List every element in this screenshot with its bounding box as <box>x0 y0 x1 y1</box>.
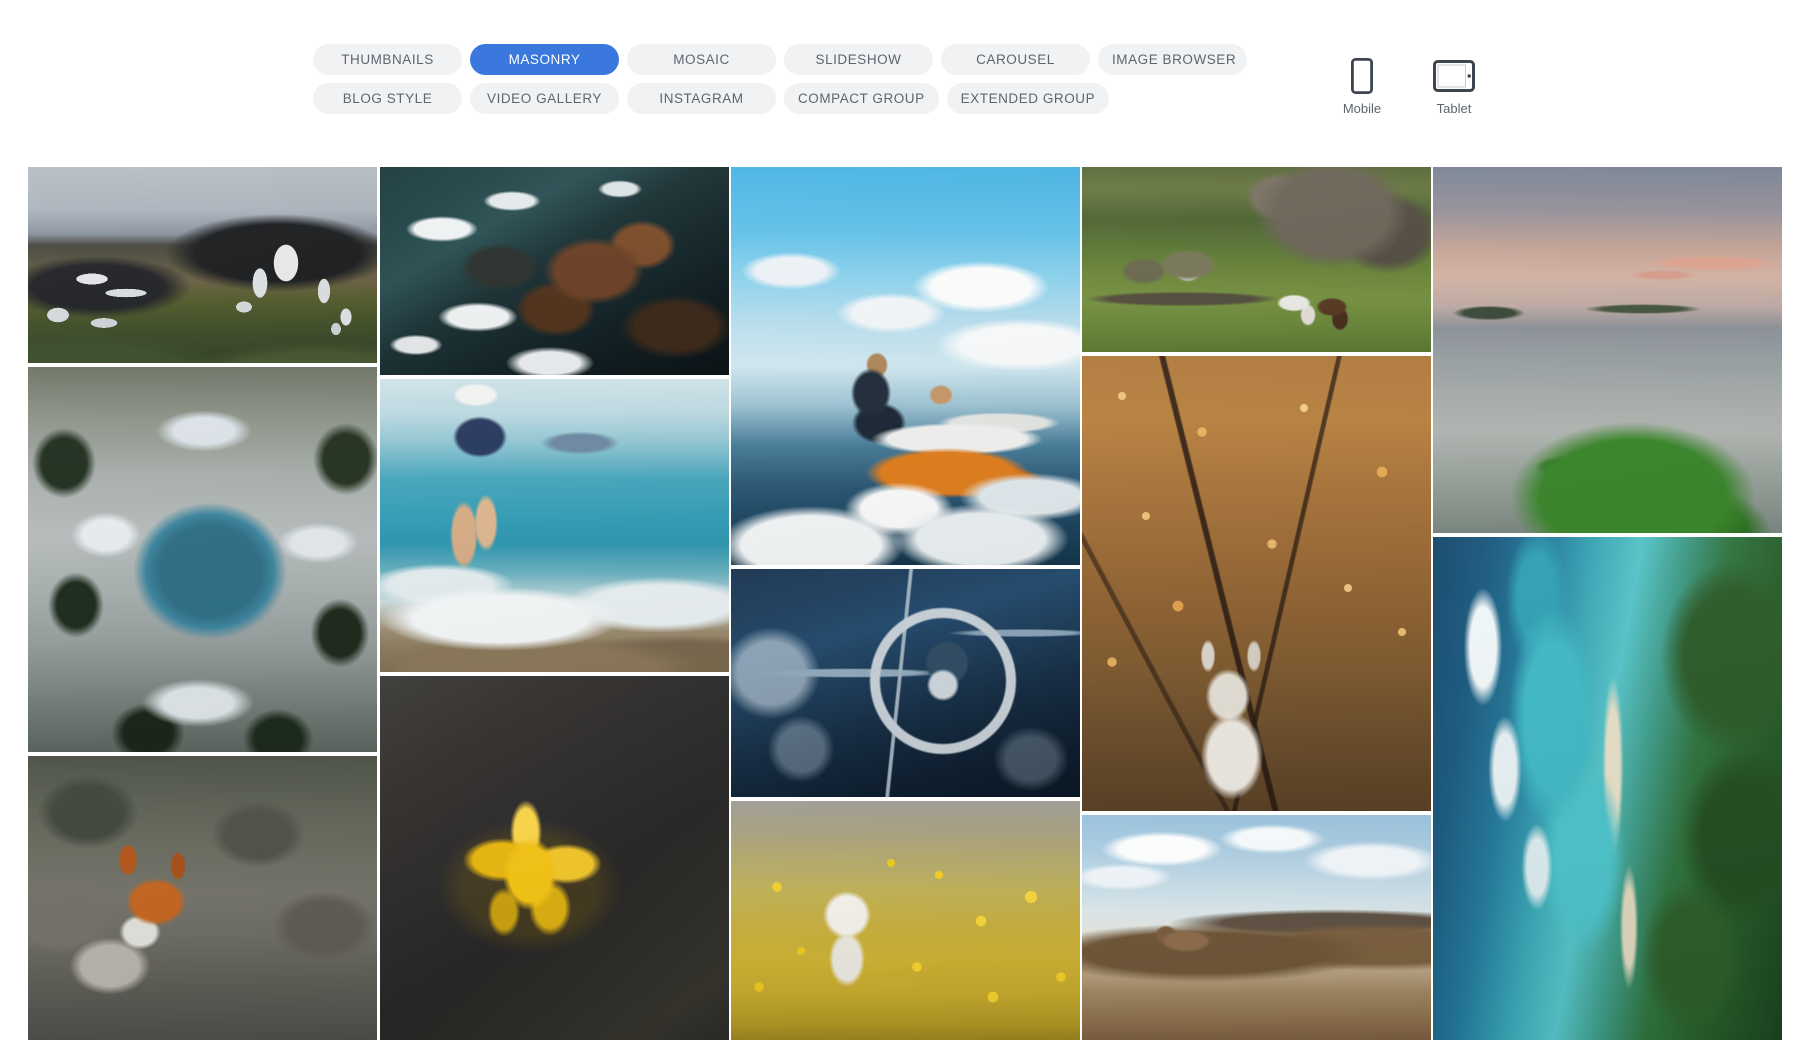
gallery-image-waves-rocks <box>380 167 729 375</box>
layout-button-masonry[interactable]: MASONRY <box>470 44 619 75</box>
device-toggle-tablet[interactable]: Tablet <box>1425 55 1483 116</box>
layout-button-mosaic[interactable]: MOSAIC <box>627 44 776 75</box>
gallery-tile[interactable] <box>1082 356 1431 811</box>
masonry-gallery <box>28 167 1790 1040</box>
layout-button-carousel[interactable]: CAROUSEL <box>941 44 1090 75</box>
gallery-image-mountains <box>28 167 377 363</box>
gallery-image-white-horse-autumn <box>1082 356 1431 811</box>
layout-button-compact-group[interactable]: COMPACT GROUP <box>784 83 939 114</box>
gallery-image-car-interior <box>731 569 1080 797</box>
gallery-image-barn-owl <box>731 801 1080 1040</box>
layout-button-thumbnails[interactable]: THUMBNAILS <box>313 44 462 75</box>
layout-switcher: THUMBNAILS MASONRY MOSAIC SLIDESHOW CARO… <box>313 44 1156 122</box>
gallery-tile[interactable] <box>1433 537 1782 1040</box>
gallery-image-fox <box>28 756 377 1040</box>
gallery-column-1 <box>28 167 377 1040</box>
gallery-image-coast-dusk <box>1433 167 1782 533</box>
gallery-tile[interactable] <box>731 569 1080 797</box>
layout-button-image-browser[interactable]: IMAGE BROWSER <box>1098 44 1247 75</box>
gallery-tile[interactable] <box>28 167 377 363</box>
layout-button-blog-style[interactable]: BLOG STYLE <box>313 83 462 114</box>
gallery-tile[interactable] <box>1082 815 1431 1040</box>
gallery-tile[interactable] <box>380 167 729 375</box>
gallery-column-2 <box>380 167 729 1040</box>
gallery-column-5 <box>1433 167 1782 1040</box>
gallery-tile[interactable] <box>1082 167 1431 352</box>
gallery-tile[interactable] <box>380 379 729 672</box>
gallery-tile[interactable] <box>1433 167 1782 533</box>
gallery-tile[interactable] <box>731 167 1080 565</box>
gallery-image-beach-splash <box>380 379 729 672</box>
gallery-tile[interactable] <box>28 756 377 1040</box>
gallery-image-horse-heath <box>1082 815 1431 1040</box>
device-toggle-mobile[interactable]: Mobile <box>1333 55 1391 116</box>
device-preview-group: Mobile Tablet <box>1333 55 1483 116</box>
layout-button-video-gallery[interactable]: VIDEO GALLERY <box>470 83 619 114</box>
gallery-column-3 <box>731 167 1080 1040</box>
gallery-tile[interactable] <box>380 676 729 1040</box>
layout-button-row-1: THUMBNAILS MASONRY MOSAIC SLIDESHOW CARO… <box>313 44 1156 75</box>
layout-button-slideshow[interactable]: SLIDESHOW <box>784 44 933 75</box>
device-label-mobile: Mobile <box>1343 101 1381 116</box>
gallery-layout-toolbar: THUMBNAILS MASONRY MOSAIC SLIDESHOW CARO… <box>0 0 1800 130</box>
tablet-icon <box>1433 55 1475 97</box>
gallery-tile[interactable] <box>731 801 1080 1040</box>
layout-button-row-2: BLOG STYLE VIDEO GALLERY INSTAGRAM COMPA… <box>313 83 1156 114</box>
device-label-tablet: Tablet <box>1437 101 1472 116</box>
gallery-image-boat <box>731 167 1080 565</box>
mobile-phone-icon <box>1351 55 1373 97</box>
layout-button-instagram[interactable]: INSTAGRAM <box>627 83 776 114</box>
layout-button-extended-group[interactable]: EXTENDED GROUP <box>947 83 1109 114</box>
gallery-image-frozen-lake <box>28 367 377 752</box>
gallery-image-yellow-flower <box>380 676 729 1040</box>
gallery-image-lagoon-aerial <box>1433 537 1782 1040</box>
gallery-column-4 <box>1082 167 1431 1040</box>
gallery-tile[interactable] <box>28 367 377 752</box>
gallery-image-turf-houses <box>1082 167 1431 352</box>
